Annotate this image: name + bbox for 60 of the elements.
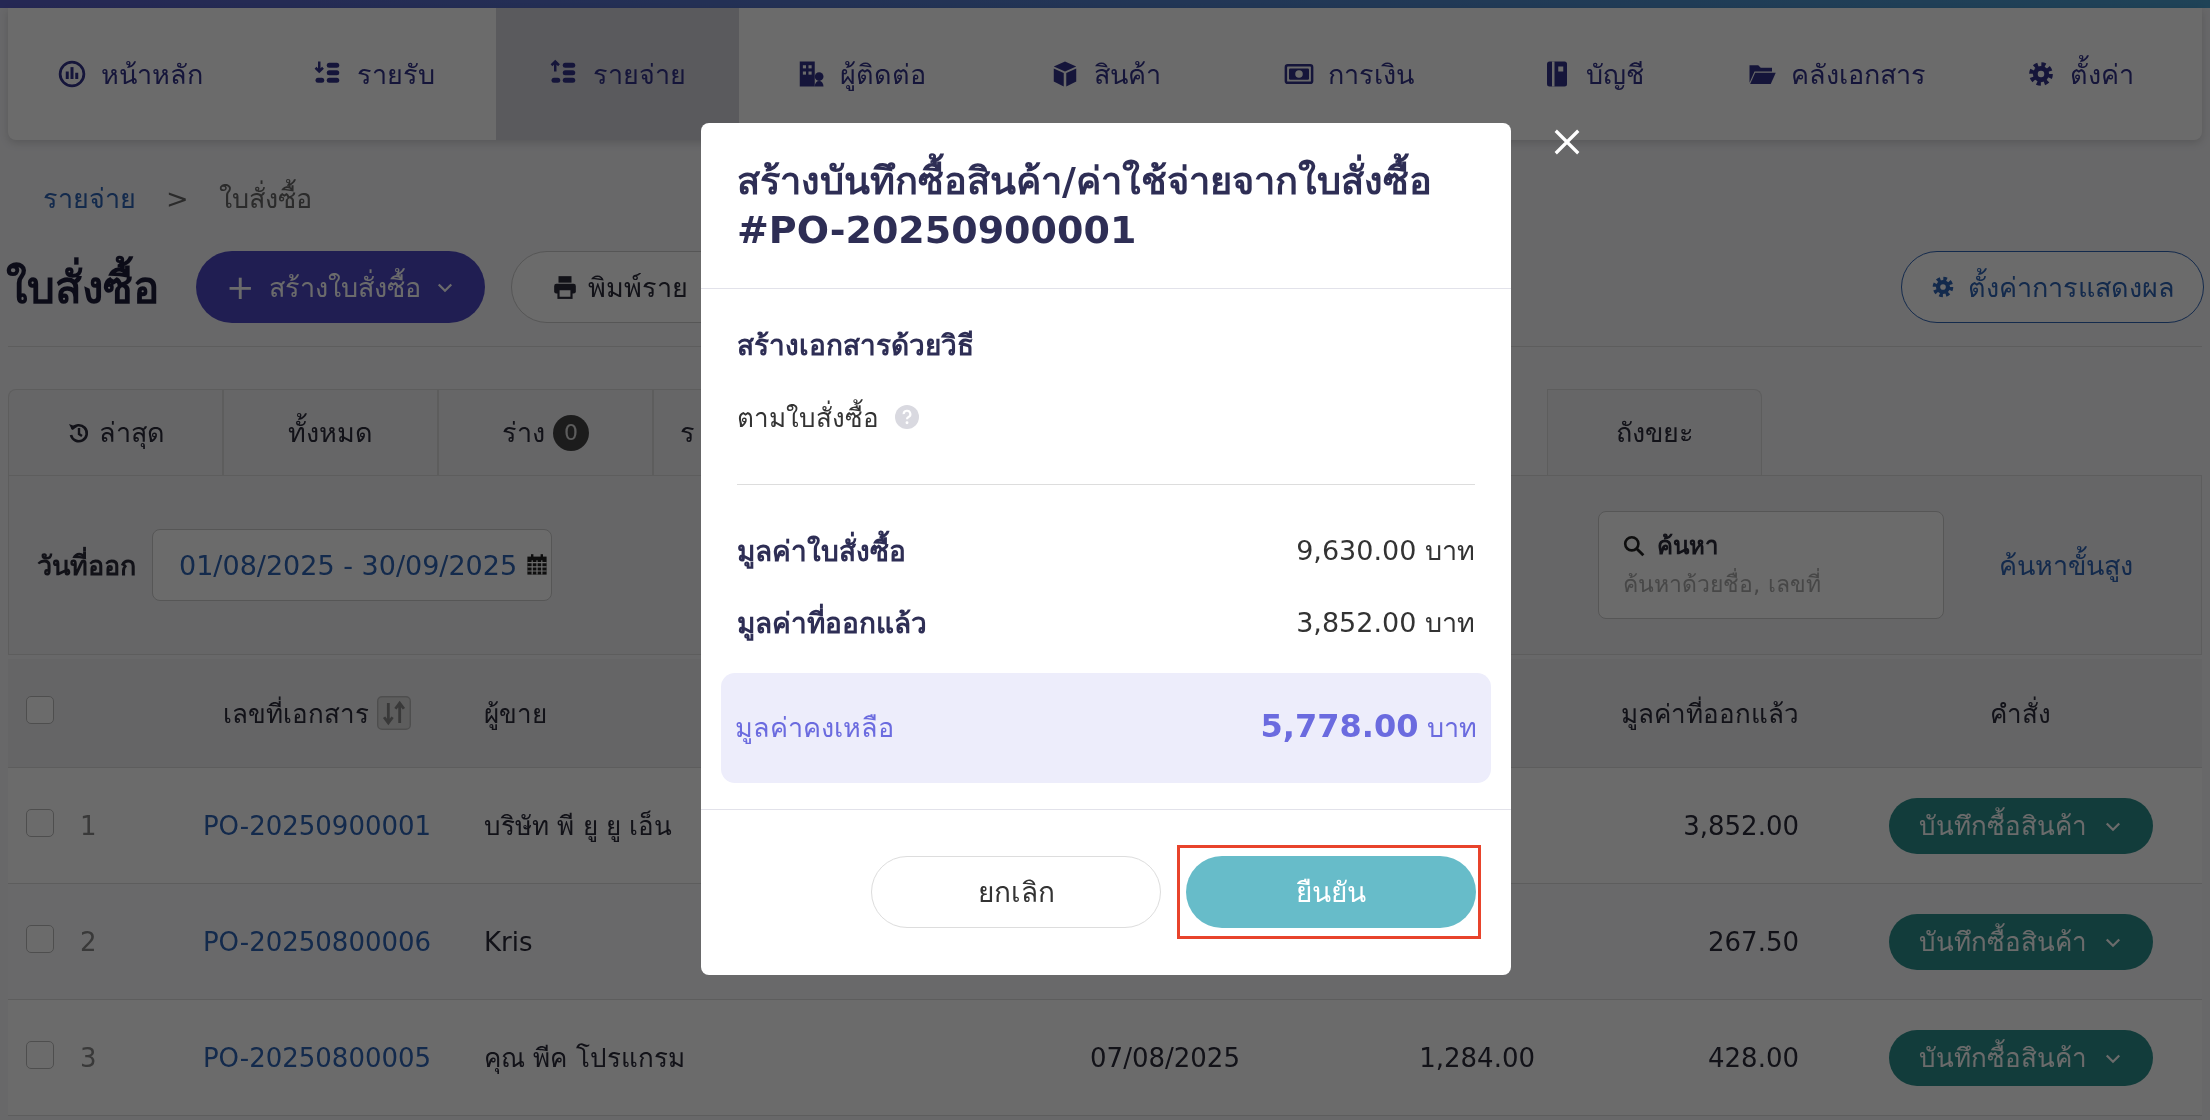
remaining-label: มูลค่าคงเหลือ (735, 711, 894, 746)
filter-tab[interactable]: ร่าง 0 (438, 389, 653, 475)
filter-tab[interactable]: ล่าสุด (8, 389, 223, 475)
table-cell: บริษัท พี ยู ยู เอ็น (484, 811, 673, 841)
record-purchase-button[interactable]: บันทึกซื้อสินค้า (1888, 913, 2153, 970)
column-header: ผู้ขาย (484, 698, 547, 729)
record-purchase-button[interactable]: บันทึกซื้อสินค้า (1888, 1029, 2153, 1086)
row-checkbox[interactable] (26, 1040, 54, 1069)
section-title: สร้างเอกสารด้วยวิธี (736, 327, 975, 364)
calendar-icon (525, 553, 550, 577)
record-purchase-button[interactable]: บันทึกซื้อสินค้า (1888, 797, 2153, 854)
summary-label: มูลค่าที่ออกแล้ว (737, 600, 927, 645)
document-number-link[interactable]: PO-20250900001 (164, 810, 470, 841)
document-number-link[interactable]: PO-20250800005 (164, 1042, 470, 1073)
nav-item[interactable]: หน้าหลัก (8, 8, 252, 140)
table-cell: 07/08/2025 (1090, 1042, 1240, 1073)
create-purchase-order-button[interactable]: + สร้างใบสั่งซื้อ (196, 251, 485, 323)
nav-item[interactable]: รายจ่าย (495, 8, 740, 140)
table-cell: 3,852.00 (1683, 810, 1799, 841)
help-icon[interactable] (895, 405, 919, 430)
nav-item[interactable]: คลังเอกสาร (1714, 8, 1959, 140)
column-header: เลขที่เอกสาร (223, 695, 369, 731)
table-cell: Kris (484, 926, 533, 957)
date-range-field[interactable]: 01/08/2025 - 30/09/2025 (152, 529, 552, 601)
table-cell: 1,284.00 (1419, 1042, 1535, 1073)
document-number-link[interactable]: PO-20250800006 (164, 926, 470, 957)
display-settings-button[interactable]: ตั้งค่าการแสดงผล (1901, 251, 2204, 323)
method-text: ตามใบสั่งซื้อ (737, 396, 879, 438)
column-header: คำสั่ง (1990, 695, 2051, 731)
sort-icon[interactable] (377, 696, 411, 730)
nav-item[interactable]: รายรับ (251, 8, 496, 140)
count-badge: 0 (553, 414, 589, 451)
cancel-button[interactable]: ยกเลิก (871, 856, 1161, 929)
settings-icon (1930, 274, 1956, 300)
date-label: วันที่ออก (37, 546, 136, 583)
summary-amount: 3,852.00 บาท (1296, 606, 1475, 641)
filter-tab[interactable]: ถังขยะ (1547, 389, 1762, 475)
breadcrumb-current: ใบสั่งซื้อ (218, 176, 312, 220)
table-cell: 428.00 (1708, 1042, 1799, 1073)
chart-icon (56, 59, 87, 89)
table-cell: 267.50 (1708, 926, 1799, 957)
advanced-search-link[interactable]: ค้นหาขั้นสูง (1999, 543, 2133, 587)
select-all-checkbox[interactable] (26, 696, 54, 724)
breadcrumb-link[interactable]: รายจ่าย (43, 176, 136, 220)
row-checkbox[interactable] (26, 924, 54, 953)
modal-title: สร้างบันทึกซื้อสินค้า/ค่าใช้จ่ายจากใบสั่งซื้อ #PO-20250900001 (701, 123, 1511, 289)
filter-tab[interactable]: ทั้งหมด (223, 389, 438, 475)
search-icon (1623, 534, 1645, 557)
breadcrumb-separator: > (166, 182, 189, 214)
remaining-amount: 5,778.00 บาท (1260, 706, 1477, 748)
column-header: มูลค่าที่ออกแล้ว (1621, 698, 1799, 729)
row-checkbox[interactable] (26, 808, 54, 837)
page-title: ใบสั่งซื้อ (6, 252, 196, 322)
confirm-button[interactable]: ยืนยัน (1186, 856, 1476, 929)
summary-amount: 9,630.00 บาท (1296, 534, 1475, 569)
printer-icon (551, 274, 578, 300)
summary-label: มูลค่าใบสั่งซื้อ (737, 528, 906, 573)
nav-item[interactable]: ตั้งค่า (1958, 8, 2202, 140)
close-icon[interactable] (1552, 127, 1582, 157)
table-cell: คุณ พีค โปรแกรม (484, 1043, 685, 1073)
